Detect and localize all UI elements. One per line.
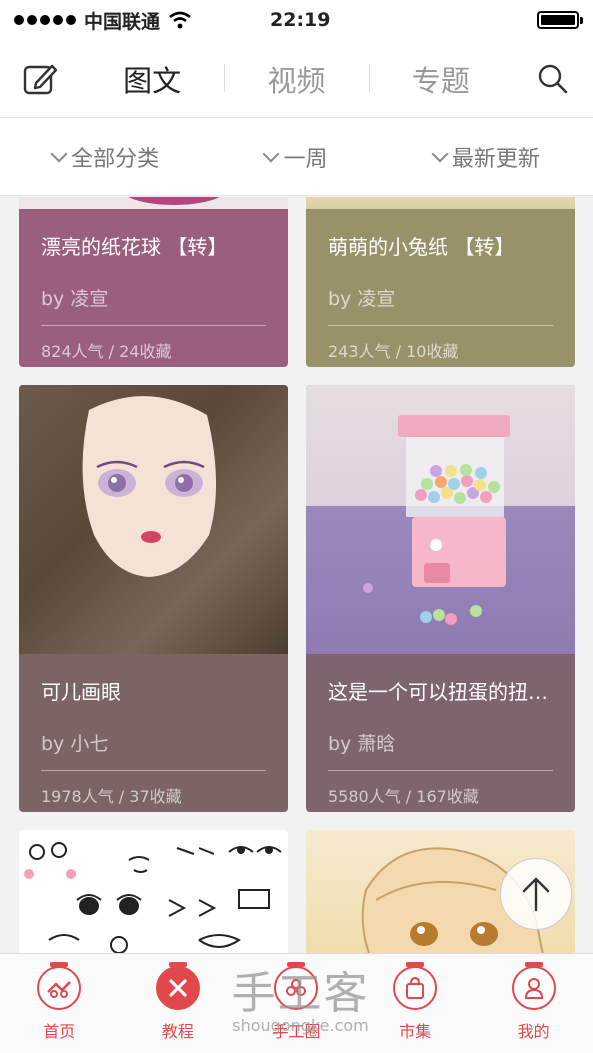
craft-circle-icon	[274, 962, 319, 1010]
post-stats: 824人气 / 24收藏	[41, 342, 172, 361]
doodle-faces-image	[24, 842, 282, 953]
chevron-down-icon	[431, 145, 449, 162]
post-author[interactable]: by 凌宣	[41, 284, 266, 326]
author-prefix: by	[328, 733, 352, 755]
chevron-down-icon	[262, 145, 280, 162]
author-name: 萧晗	[357, 733, 396, 755]
post-thumbnail	[19, 197, 288, 209]
tab-home-label: 首页	[43, 1022, 76, 1041]
author-name: 凌宣	[70, 288, 109, 310]
top-nav: 图文 视频 专题	[0, 40, 593, 118]
home-icon	[37, 962, 82, 1010]
battery-icon	[537, 11, 583, 29]
signal-strength-icon	[14, 15, 76, 25]
search-button[interactable]	[513, 40, 593, 118]
tutorials-icon	[155, 962, 200, 1010]
post-thumbnail	[19, 385, 288, 654]
post-card[interactable]: 萌萌的小兔纸 【转】 by 凌宣 243人气 / 10收藏	[306, 197, 575, 367]
post-title: 漂亮的纸花球 【转】	[41, 235, 228, 259]
bottom-tab-bar: 首页 教程 手工圈 市集 我的	[0, 953, 593, 1053]
clock: 22:19	[270, 9, 331, 31]
tab-tutorials[interactable]: 教程	[133, 962, 223, 1042]
post-info: 萌萌的小兔纸 【转】 by 凌宣 243人气 / 10收藏	[306, 209, 575, 367]
author-prefix: by	[328, 288, 352, 310]
post-stats: 1978人气 / 37收藏	[41, 787, 182, 806]
post-card[interactable]	[19, 830, 288, 953]
time-range-filter[interactable]: 一周	[262, 141, 328, 173]
post-author[interactable]: by 萧晗	[328, 729, 553, 771]
tab-profile[interactable]: 我的	[489, 962, 579, 1042]
post-title: 萌萌的小兔纸 【转】	[328, 235, 515, 259]
edit-icon	[23, 64, 58, 94]
time-range-filter-label: 一周	[283, 146, 328, 172]
filter-bar: 全部分类 一周 最新更新	[0, 118, 593, 196]
tab-craft-circle[interactable]: 手工圈	[251, 962, 341, 1042]
author-name: 小七	[70, 733, 109, 755]
tab-profile-label: 我的	[517, 1022, 550, 1041]
tab-articles[interactable]: 图文	[80, 58, 224, 100]
post-card[interactable]: 漂亮的纸花球 【转】 by 凌宣 824人气 / 24收藏	[19, 197, 288, 367]
compose-button[interactable]	[0, 40, 80, 118]
tab-tutorials-label: 教程	[161, 1022, 194, 1041]
post-stats: 5580人气 / 167收藏	[328, 787, 479, 806]
category-filter-label: 全部分类	[71, 146, 160, 172]
author-prefix: by	[41, 288, 65, 310]
tab-craft-circle-label: 手工圈	[272, 1022, 321, 1041]
carrier-label: 中国联通	[84, 10, 161, 33]
doll-face-image	[82, 396, 217, 577]
status-left: 中国联通	[14, 7, 192, 34]
post-card[interactable]: 这是一个可以扭蛋的扭蛋机 by 萧晗 5580人气 / 167收藏	[306, 385, 575, 812]
arrow-up-icon	[522, 877, 550, 912]
post-info: 可儿画眼 by 小七 1978人气 / 37收藏	[19, 654, 288, 812]
author-name: 凌宣	[357, 288, 396, 310]
tab-market[interactable]: 市集	[370, 962, 460, 1042]
author-prefix: by	[41, 733, 65, 755]
tab-market-label: 市集	[399, 1022, 432, 1041]
back-to-top-button[interactable]	[500, 858, 572, 930]
post-thumbnail	[306, 197, 575, 209]
content-tabs: 图文 视频 专题	[80, 58, 513, 100]
content-feed[interactable]: 漂亮的纸花球 【转】 by 凌宣 824人气 / 24收藏 萌萌的小兔纸 【转】 …	[0, 197, 593, 953]
wifi-icon	[169, 11, 191, 29]
chevron-down-icon	[50, 145, 68, 162]
gacha-machine-image	[363, 415, 510, 625]
category-filter[interactable]: 全部分类	[50, 141, 160, 173]
post-author[interactable]: by 凌宣	[328, 284, 553, 326]
post-info: 这是一个可以扭蛋的扭蛋机 by 萧晗 5580人气 / 167收藏	[306, 654, 575, 812]
shopping-bag-icon	[393, 962, 438, 1010]
tab-home[interactable]: 首页	[14, 962, 104, 1042]
post-title: 这是一个可以扭蛋的扭蛋机	[328, 680, 553, 704]
post-thumbnail	[19, 830, 288, 953]
search-icon	[538, 64, 568, 93]
post-thumbnail	[306, 385, 575, 654]
tab-topics[interactable]: 专题	[368, 58, 513, 100]
tab-videos[interactable]: 视频	[224, 58, 368, 100]
status-bar: 中国联通 22:19	[0, 0, 593, 40]
post-title: 可儿画眼	[41, 680, 121, 704]
post-stats: 243人气 / 10收藏	[328, 342, 459, 361]
sort-filter-label: 最新更新	[451, 146, 540, 172]
post-card[interactable]: 可儿画眼 by 小七 1978人气 / 37收藏	[19, 385, 288, 812]
post-info: 漂亮的纸花球 【转】 by 凌宣 824人气 / 24收藏	[19, 209, 288, 367]
sort-filter[interactable]: 最新更新	[431, 141, 540, 173]
user-icon	[511, 962, 556, 1010]
post-author[interactable]: by 小七	[41, 729, 266, 771]
